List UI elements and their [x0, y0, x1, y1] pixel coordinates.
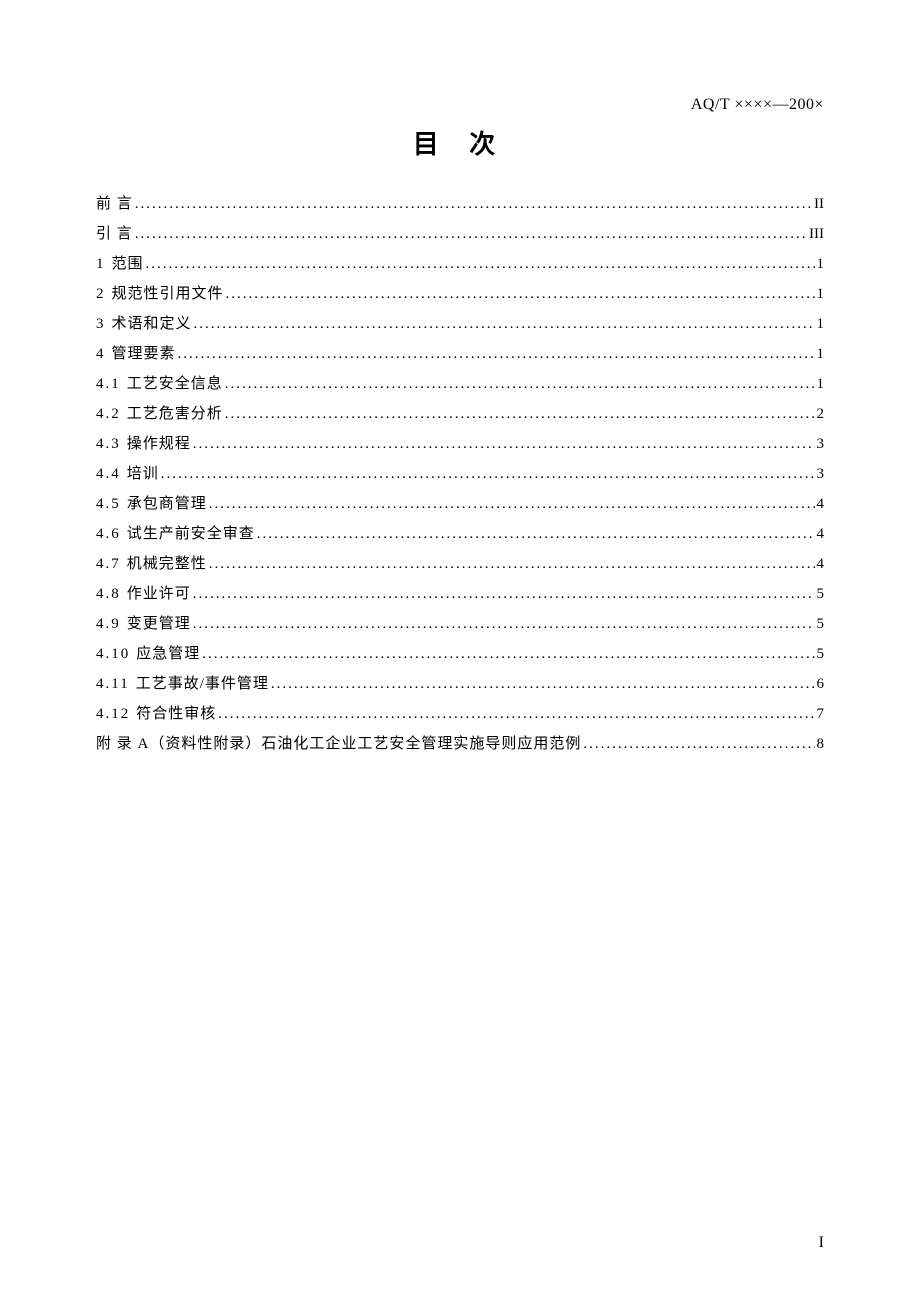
- toc-row: 4.9 变更管理 5: [96, 609, 824, 639]
- toc-leader-dots: [135, 225, 807, 243]
- toc-row: 1 范围 1: [96, 249, 824, 279]
- toc-label: 工艺危害分析: [127, 405, 223, 423]
- toc-leader-dots: [161, 465, 815, 483]
- toc-leader-dots: [218, 705, 814, 723]
- toc-label: 机械完整性: [127, 555, 207, 573]
- toc-row: 2 规范性引用文件 1: [96, 279, 824, 309]
- toc-page-number: 1: [817, 345, 825, 363]
- toc-number: 4.10: [96, 645, 130, 663]
- toc-row: 4.1 工艺安全信息 1: [96, 369, 824, 399]
- toc-label: 范围: [112, 255, 144, 273]
- toc-page-number: 5: [817, 645, 825, 663]
- toc-page-number: 1: [817, 315, 825, 333]
- toc-row: 4.7 机械完整性 4: [96, 549, 824, 579]
- toc-row: 3 术语和定义 1: [96, 309, 824, 339]
- toc-page-number: 1: [817, 285, 825, 303]
- toc-row: 4.6 试生产前安全审查 4: [96, 519, 824, 549]
- toc-number: 4.9: [96, 615, 121, 633]
- toc-number: 4.11: [96, 675, 130, 693]
- toc-title: 目 次: [96, 124, 824, 161]
- toc-leader-dots: [271, 675, 815, 693]
- toc-row: 4.12 符合性审核 7: [96, 699, 824, 729]
- toc-leader-dots: [209, 495, 815, 513]
- toc-label: 应急管理: [136, 645, 200, 663]
- toc-row: 4.2 工艺危害分析 2: [96, 399, 824, 429]
- toc-number: 3: [96, 315, 106, 333]
- toc-page-number: 1: [817, 255, 825, 273]
- toc-row: 4.8 作业许可 5: [96, 579, 824, 609]
- toc-leader-dots: [135, 195, 812, 213]
- toc-leader-dots: [226, 285, 815, 303]
- toc-row: 4 管理要素 1: [96, 339, 824, 369]
- toc-label: 培训: [127, 465, 159, 483]
- toc-page-number: 2: [817, 405, 825, 423]
- toc-label: 变更管理: [127, 615, 191, 633]
- toc-number: 4.1: [96, 375, 121, 393]
- toc-label: 管理要素: [112, 345, 176, 363]
- toc-row: 附 录 A（资料性附录）石油化工企业工艺安全管理实施导则应用范例 8: [96, 729, 824, 759]
- toc-number: 4: [96, 345, 106, 363]
- toc-row: 4.5 承包商管理 4: [96, 489, 824, 519]
- toc-number: 4.4: [96, 465, 121, 483]
- toc-page-number: 3: [817, 435, 825, 453]
- toc-label: 试生产前安全审查: [127, 525, 255, 543]
- toc-label: 引 言: [96, 225, 133, 243]
- toc-leader-dots: [193, 435, 815, 453]
- toc-row: 4.4 培训 3: [96, 459, 824, 489]
- toc-leader-dots: [225, 375, 815, 393]
- table-of-contents: 前 言II引 言III1范围12规范性引用文件13术语和定义14管理要素14.1…: [96, 189, 824, 759]
- toc-row: 4.3 操作规程 3: [96, 429, 824, 459]
- toc-leader-dots: [257, 525, 815, 543]
- toc-leader-dots: [193, 615, 815, 633]
- toc-page-number: 4: [817, 525, 825, 543]
- toc-page-number: II: [814, 195, 824, 213]
- toc-label: 操作规程: [127, 435, 191, 453]
- toc-leader-dots: [194, 315, 815, 333]
- toc-page-number: 6: [817, 675, 825, 693]
- toc-row: 4.11 工艺事故/事件管理 6: [96, 669, 824, 699]
- toc-leader-dots: [146, 255, 815, 273]
- toc-row: 4.10 应急管理 5: [96, 639, 824, 669]
- toc-label: 符合性审核: [136, 705, 216, 723]
- toc-page-number: 4: [817, 495, 825, 513]
- toc-leader-dots: [178, 345, 815, 363]
- toc-leader-dots: [193, 585, 815, 603]
- document-page: AQ/T ××××—200× 目 次 前 言 II 引 言 III 1 范围 1 2 规范性引用…: [0, 0, 920, 1302]
- toc-label: 规范性引用文件: [112, 285, 224, 303]
- toc-page-number: 4: [817, 555, 825, 573]
- toc-leader-dots: [202, 645, 814, 663]
- toc-leader-dots: [583, 735, 814, 753]
- toc-row: 前 言 II: [96, 189, 824, 219]
- toc-page-number: 7: [817, 705, 825, 723]
- toc-page-number: 5: [817, 615, 825, 633]
- toc-label: 作业许可: [127, 585, 191, 603]
- toc-leader-dots: [209, 555, 815, 573]
- toc-number: 4.8: [96, 585, 121, 603]
- toc-number: 4.5: [96, 495, 121, 513]
- toc-number: 4.3: [96, 435, 121, 453]
- toc-label: 术语和定义: [112, 315, 192, 333]
- toc-number: 2: [96, 285, 106, 303]
- toc-label: 承包商管理: [127, 495, 207, 513]
- toc-page-number: 1: [817, 375, 825, 393]
- toc-page-number: 8: [817, 735, 825, 753]
- toc-number: 4.6: [96, 525, 121, 543]
- toc-page-number: 3: [817, 465, 825, 483]
- toc-page-number: III: [809, 225, 824, 243]
- toc-row: 引 言 III: [96, 219, 824, 249]
- toc-label: 附 录 A（资料性附录）石油化工企业工艺安全管理实施导则应用范例: [96, 735, 581, 753]
- doc-code: AQ/T ××××—200×: [96, 96, 824, 114]
- toc-label: 工艺安全信息: [127, 375, 223, 393]
- toc-number: 4.12: [96, 705, 130, 723]
- toc-number: 1: [96, 255, 106, 273]
- toc-leader-dots: [225, 405, 815, 423]
- toc-number: 4.7: [96, 555, 121, 573]
- toc-label: 前 言: [96, 195, 133, 213]
- toc-number: 4.2: [96, 405, 121, 423]
- page-number: I: [819, 1234, 824, 1252]
- toc-label: 工艺事故/事件管理: [136, 675, 269, 693]
- toc-page-number: 5: [817, 585, 825, 603]
